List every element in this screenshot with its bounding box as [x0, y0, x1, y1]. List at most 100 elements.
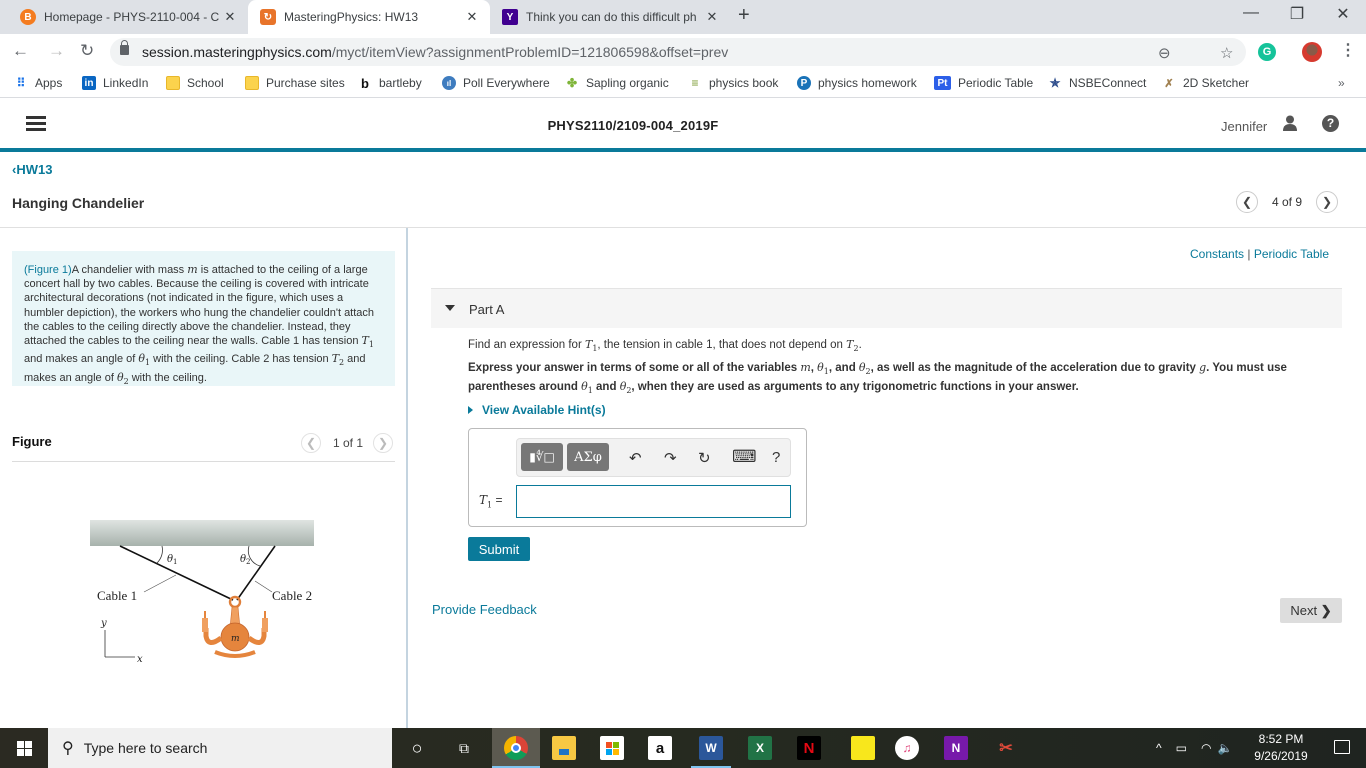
user-icon[interactable]	[1282, 115, 1298, 131]
redo-icon[interactable]: ↷	[664, 449, 677, 467]
back-arrow-icon[interactable]: ←	[12, 41, 29, 61]
windows-taskbar: ⚲ Type here to search ○ ⧉ a W X N ♫ N ✂ …	[0, 728, 1366, 768]
taskbar-search-box[interactable]: ⚲ Type here to search	[48, 728, 392, 768]
expand-triangle-icon	[468, 406, 473, 414]
close-tab-icon[interactable]: ✕	[222, 9, 238, 25]
netflix-icon[interactable]: N	[797, 736, 821, 760]
itunes-icon[interactable]: ♫	[895, 736, 919, 760]
grammarly-extension-icon[interactable]: G	[1258, 43, 1276, 61]
new-tab-button[interactable]: +	[738, 4, 750, 27]
close-window-icon[interactable]: ✕	[1320, 4, 1366, 24]
amazon-icon[interactable]: a	[648, 736, 672, 760]
task-view-icon[interactable]: ⧉	[452, 736, 476, 760]
battery-icon[interactable]: ▭	[1176, 741, 1187, 755]
tab-homepage[interactable]: B Homepage - PHYS-2110-004 - C ✕	[8, 0, 248, 34]
reset-icon[interactable]: ↻	[698, 449, 711, 467]
bookmark-label: School	[187, 76, 224, 90]
view-hints-link[interactable]: View Available Hint(s)	[468, 403, 606, 417]
cortana-icon[interactable]: ○	[405, 736, 429, 760]
answer-input[interactable]	[516, 485, 791, 518]
figure-link[interactable]: (Figure 1)	[24, 264, 72, 276]
bookmark-linkedin[interactable]: in LinkedIn	[82, 76, 148, 90]
bookmark-label: Sapling organic	[586, 76, 669, 90]
address-bar[interactable]: session.masteringphysics.com/myct/itemVi…	[110, 38, 1246, 66]
periodic-table-link[interactable]: Periodic Table	[1254, 247, 1329, 261]
bookmark-purchase-sites[interactable]: Purchase sites	[245, 76, 345, 90]
keyboard-shortcuts-icon[interactable]: ⌨	[732, 447, 757, 467]
provide-feedback-link[interactable]: Provide Feedback	[432, 602, 537, 617]
chrome-taskbar-button[interactable]	[492, 728, 540, 768]
volume-icon[interactable]: 🔈	[1217, 741, 1232, 755]
collapse-triangle-icon[interactable]	[445, 305, 455, 311]
forward-arrow-icon[interactable]: →	[48, 41, 65, 61]
show-hidden-icons-chevron[interactable]: ^	[1156, 741, 1162, 755]
problem-position: 4 of 9	[1272, 195, 1303, 209]
pane-divider[interactable]	[406, 228, 408, 728]
math-help-icon[interactable]: ?	[772, 449, 780, 466]
restore-icon[interactable]: ❐	[1274, 4, 1320, 24]
taskbar-clock[interactable]: 8:52 PM 9/26/2019	[1248, 731, 1314, 765]
excel-icon[interactable]: X	[748, 736, 772, 760]
bookmark-apps[interactable]: ⠿ Apps	[14, 76, 63, 90]
back-to-assignment-link[interactable]: ‹HW13	[12, 162, 52, 177]
chrome-menu-icon[interactable]: ⋮	[1340, 40, 1356, 60]
bookmark-nsbeconnect[interactable]: ✯ NSBEConnect	[1048, 76, 1146, 90]
sticky-notes-icon[interactable]	[851, 736, 875, 760]
profile-avatar[interactable]	[1302, 42, 1322, 62]
figure-pager: ❮ 1 of 1 ❯	[301, 433, 394, 453]
bookmark-physics-homework[interactable]: Pphysics homework	[797, 76, 917, 90]
url-text[interactable]: session.masteringphysics.com/myct/itemVi…	[142, 44, 728, 60]
bookmark-label: physics book	[709, 76, 779, 90]
math-toolbar: ▮∜□ ΑΣφ ↶ ↷ ↻ ⌨ ?	[516, 438, 791, 477]
coordinate-axes: y x	[100, 618, 143, 665]
bookmark-poll-everywhere[interactable]: ıl Poll Everywhere	[442, 76, 550, 90]
bookmark-school[interactable]: School	[166, 76, 224, 90]
constants-link[interactable]: Constants	[1190, 247, 1244, 261]
bookmark-periodic-table[interactable]: Pt Periodic Table	[934, 76, 1033, 90]
help-icon[interactable]: ?	[1322, 115, 1339, 132]
bookmark-label: 2D Sketcher	[1183, 76, 1250, 90]
tab-title: Think you can do this difficult ph	[526, 10, 697, 24]
previous-figure-button[interactable]: ❮	[301, 433, 321, 453]
submit-button[interactable]: Submit	[468, 537, 530, 561]
action-center-icon[interactable]	[1334, 740, 1350, 754]
bookmark-sapling[interactable]: ✤ Sapling organic	[565, 76, 669, 90]
next-button[interactable]: Next ❯	[1280, 598, 1342, 623]
user-name[interactable]: Jennifer	[1221, 119, 1267, 134]
start-button[interactable]	[0, 728, 48, 768]
bookmark-star-icon[interactable]: ☆	[1220, 44, 1233, 62]
snipping-tool-icon[interactable]: ✂	[994, 736, 1018, 760]
bookmark-bartleby[interactable]: b bartleby	[358, 76, 422, 91]
browser-toolbar: ← → ↻ session.masteringphysics.com/myct/…	[0, 34, 1366, 70]
undo-icon[interactable]: ↶	[629, 449, 642, 467]
previous-problem-button[interactable]: ❮	[1236, 191, 1258, 213]
reload-icon[interactable]: ↻	[80, 41, 94, 61]
zoom-icon[interactable]: ⊖	[1158, 44, 1171, 62]
tab-masteringphysics[interactable]: ↻ MasteringPhysics: HW13 ✕	[248, 0, 490, 34]
next-problem-button[interactable]: ❯	[1316, 191, 1339, 213]
yahoo-icon: Y	[502, 9, 518, 25]
periodic-table-icon: Pt	[934, 76, 951, 90]
tab-yahoo-answers[interactable]: Y Think you can do this difficult ph ✕	[490, 0, 730, 34]
part-a-header[interactable]: Part A	[431, 288, 1342, 328]
cable-1-label: Cable 1	[97, 588, 137, 603]
figure-position: 1 of 1	[333, 436, 364, 450]
microsoft-store-icon[interactable]	[600, 736, 624, 760]
onenote-icon[interactable]: N	[944, 736, 968, 760]
bookmark-physics-book[interactable]: ≡ physics book	[688, 76, 778, 90]
greek-symbols-button[interactable]: ΑΣφ	[567, 443, 609, 471]
divider	[0, 227, 1366, 228]
bookmark-2d-sketcher[interactable]: ✗ 2D Sketcher	[1162, 76, 1249, 90]
next-figure-button[interactable]: ❯	[373, 433, 394, 453]
minimize-icon[interactable]: —	[1228, 4, 1274, 22]
y-axis-label: y	[100, 618, 107, 629]
file-explorer-icon[interactable]	[552, 736, 576, 760]
more-bookmarks-button[interactable]: »	[1338, 76, 1345, 90]
templates-button[interactable]: ▮∜□	[521, 443, 563, 471]
lock-icon	[120, 40, 129, 55]
bookmark-label: Periodic Table	[958, 76, 1034, 90]
close-tab-icon[interactable]: ✕	[464, 9, 480, 25]
wifi-icon[interactable]: ◠	[1201, 741, 1211, 755]
word-icon[interactable]: W	[699, 736, 723, 760]
close-tab-icon[interactable]: ✕	[704, 9, 720, 25]
